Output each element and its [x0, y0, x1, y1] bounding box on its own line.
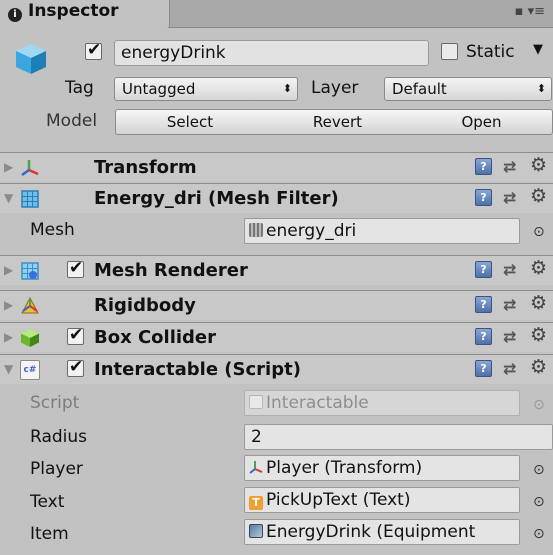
preset-icon[interactable]: ⇄	[503, 188, 516, 207]
text-object-field[interactable]: T PickUpText (Text)	[244, 487, 520, 513]
field-label-script: Script	[30, 393, 80, 413]
field-label-text: Text	[30, 492, 65, 512]
transform-icon	[21, 160, 39, 177]
gear-icon[interactable]: ⚙	[530, 324, 547, 346]
foldout-collapsed-icon[interactable]: ▶	[4, 263, 13, 277]
component-title: Mesh Renderer	[94, 260, 248, 281]
tab-bar: i Inspector ▪ ▾≡	[0, 0, 553, 28]
object-picker-icon[interactable]: ⊙	[533, 462, 545, 478]
tab-inspector-label: Inspector	[28, 1, 119, 21]
player-object-field[interactable]: Player (Transform)	[244, 455, 520, 481]
layer-label: Layer	[311, 78, 359, 98]
object-picker-icon: ⊙	[533, 397, 545, 413]
tag-value: Untagged	[122, 80, 196, 98]
preset-icon[interactable]: ⇄	[503, 260, 516, 279]
tag-dropdown[interactable]: Untagged ⬍	[114, 77, 298, 101]
chevron-updown-icon: ⬍	[536, 82, 546, 95]
tag-label: Tag	[65, 78, 94, 98]
preset-icon[interactable]: ⇄	[503, 327, 516, 346]
layer-dropdown[interactable]: Default ⬍	[384, 77, 552, 101]
gear-icon[interactable]: ⚙	[530, 292, 547, 314]
component-mesh-renderer[interactable]: ▶ Mesh Renderer ? ⇄ ⚙	[0, 255, 553, 285]
gameobject-name-input[interactable]: energyDrink	[114, 40, 429, 66]
help-icon[interactable]: ?	[475, 189, 492, 206]
scriptable-object-icon	[249, 524, 263, 538]
tab-inspector[interactable]: i Inspector	[0, 0, 170, 28]
component-title: Interactable (Script)	[94, 359, 301, 380]
foldout-collapsed-icon[interactable]: ▶	[4, 330, 13, 344]
object-picker-icon[interactable]: ⊙	[533, 526, 545, 542]
object-picker-icon[interactable]: ⊙	[533, 224, 545, 240]
script-icon: c#	[20, 360, 40, 380]
transform-icon	[249, 461, 263, 474]
component-enabled-checkbox[interactable]	[67, 325, 84, 345]
foldout-collapsed-icon[interactable]: ▶	[4, 160, 13, 174]
field-label-player: Player	[30, 459, 83, 479]
component-enabled-checkbox[interactable]	[67, 357, 84, 377]
component-title: Box Collider	[94, 327, 217, 348]
gear-icon[interactable]: ⚙	[530, 257, 547, 279]
component-box-collider[interactable]: ▶ Box Collider ? ⇄ ⚙	[0, 322, 553, 352]
help-icon[interactable]: ?	[475, 328, 492, 345]
item-object-field[interactable]: EnergyDrink (Equipment	[244, 519, 520, 545]
component-interactable-script[interactable]: ▼ c# Interactable (Script) ? ⇄ ⚙	[0, 354, 553, 384]
mesh-object-field[interactable]: energy_dri	[244, 218, 520, 244]
preset-icon[interactable]: ⇄	[503, 359, 516, 378]
mesh-value: energy_dri	[266, 221, 357, 241]
field-label-mesh: Mesh	[30, 220, 75, 240]
foldout-expanded-icon[interactable]: ▼	[4, 191, 13, 205]
player-value: Player (Transform)	[266, 458, 423, 478]
item-value: EnergyDrink (Equipment	[266, 522, 476, 542]
gear-icon[interactable]: ⚙	[530, 154, 547, 176]
tab-menu-icon[interactable]: ▪ ▾≡	[515, 4, 545, 19]
layer-value: Default	[392, 80, 447, 98]
model-revert-button[interactable]: Revert	[264, 109, 412, 135]
field-label-radius: Radius	[30, 427, 88, 447]
object-picker-icon[interactable]: ⊙	[533, 494, 545, 510]
gameobject-cube-icon	[16, 44, 46, 74]
help-icon[interactable]: ?	[475, 158, 492, 175]
text-component-icon: T	[249, 496, 263, 510]
script-object-field: Interactable	[244, 390, 520, 416]
mesh-filter-icon	[21, 190, 39, 208]
radius-input[interactable]: 2	[244, 424, 553, 450]
active-checkbox[interactable]	[85, 40, 102, 60]
static-label: Static	[466, 42, 515, 62]
help-icon[interactable]: ?	[475, 360, 492, 377]
rigidbody-icon	[21, 296, 39, 314]
field-label-item: Item	[30, 524, 69, 544]
script-asset-icon	[249, 395, 263, 409]
info-icon: i	[8, 8, 22, 22]
script-value: Interactable	[266, 393, 369, 413]
help-icon[interactable]: ?	[475, 296, 492, 313]
static-checkbox[interactable]	[441, 43, 458, 60]
component-title: Energy_dri (Mesh Filter)	[94, 188, 339, 209]
component-title: Transform	[94, 157, 197, 178]
model-open-button[interactable]: Open	[411, 109, 553, 135]
model-label: Model	[46, 111, 98, 131]
chevron-updown-icon: ⬍	[282, 82, 292, 95]
foldout-expanded-icon[interactable]: ▼	[4, 362, 13, 376]
box-collider-icon	[21, 329, 39, 347]
model-select-button[interactable]: Select	[115, 109, 265, 135]
text-value: PickUpText (Text)	[266, 490, 411, 510]
gear-icon[interactable]: ⚙	[530, 356, 547, 378]
static-dropdown-arrow[interactable]: ▼	[533, 42, 543, 57]
help-icon[interactable]: ?	[475, 261, 492, 278]
component-transform[interactable]: ▶ Transform ? ⇄ ⚙	[0, 152, 553, 182]
preset-icon[interactable]: ⇄	[503, 295, 516, 314]
component-mesh-filter[interactable]: ▼ Energy_dri (Mesh Filter) ? ⇄ ⚙	[0, 183, 553, 213]
component-title: Rigidbody	[94, 295, 196, 316]
preset-icon[interactable]: ⇄	[503, 157, 516, 176]
foldout-collapsed-icon[interactable]: ▶	[4, 298, 13, 312]
component-rigidbody[interactable]: ▶ Rigidbody ? ⇄ ⚙	[0, 290, 553, 320]
mesh-renderer-icon	[21, 262, 39, 280]
mesh-asset-icon	[249, 223, 263, 237]
gear-icon[interactable]: ⚙	[530, 185, 547, 207]
component-enabled-checkbox[interactable]	[67, 258, 84, 278]
